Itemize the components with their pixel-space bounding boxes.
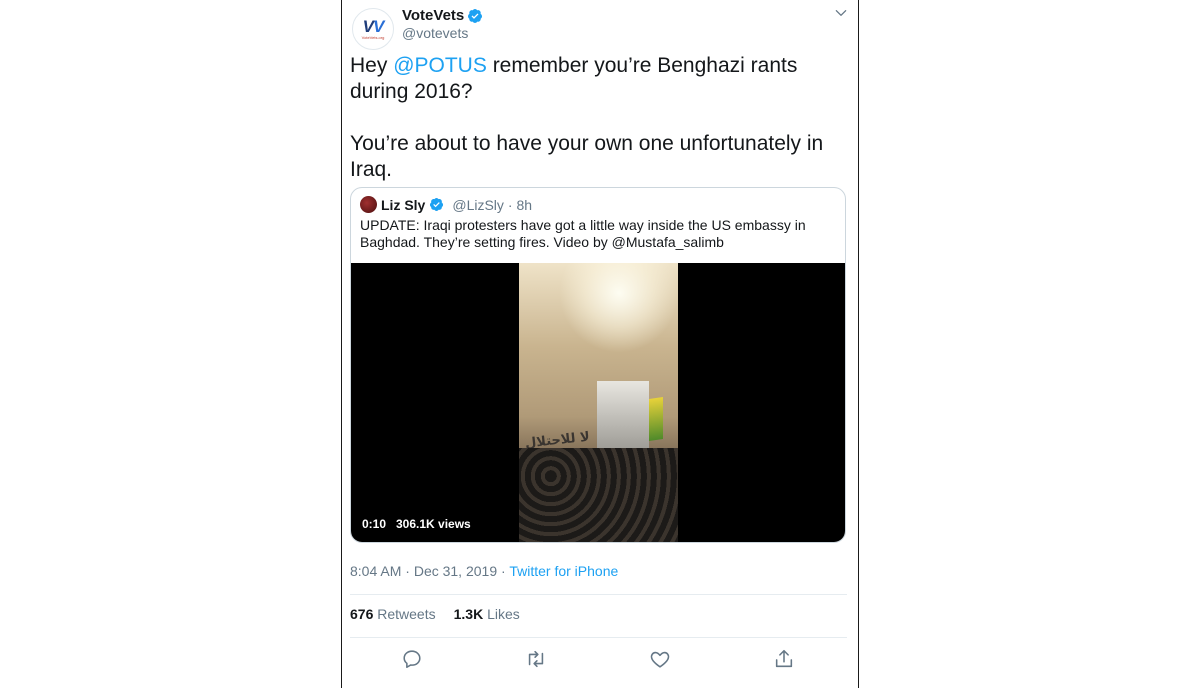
like-icon[interactable] bbox=[649, 648, 671, 670]
tweet-text-segment: Hey bbox=[350, 54, 394, 77]
tweet-paragraph-1: Hey @POTUS remember you’re Benghazi rant… bbox=[350, 53, 846, 105]
tweet-stats: 676 Retweets 1.3K Likes bbox=[350, 606, 520, 622]
reply-icon[interactable] bbox=[401, 648, 423, 670]
verified-badge-icon bbox=[430, 197, 444, 211]
tweet-date[interactable]: Dec 31, 2019 bbox=[414, 563, 497, 579]
chevron-down-icon[interactable] bbox=[834, 6, 848, 20]
retweets-count: 676 bbox=[350, 606, 374, 622]
votevets-avatar[interactable]: VV VoteVets.org bbox=[352, 8, 394, 50]
divider bbox=[350, 637, 847, 638]
likes-count: 1.3K bbox=[453, 606, 484, 622]
verified-badge-icon bbox=[468, 8, 483, 23]
quoted-tweet-text: UPDATE: Iraqi protesters have got a litt… bbox=[360, 217, 806, 250]
meta-separator: · bbox=[401, 563, 414, 579]
tweet-time[interactable]: 8:04 AM bbox=[350, 563, 401, 579]
embassy-doorway bbox=[597, 381, 649, 451]
tweet-text: Hey @POTUS remember you’re Benghazi rant… bbox=[350, 53, 846, 209]
tweet-card: VV VoteVets.org VoteVets @votevets Hey @… bbox=[341, 0, 859, 688]
retweets-stat[interactable]: 676 Retweets bbox=[350, 606, 436, 622]
mention-link[interactable]: @POTUS bbox=[393, 54, 487, 77]
author-name[interactable]: VoteVets bbox=[402, 7, 464, 24]
tweet-source-link[interactable]: Twitter for iPhone bbox=[509, 563, 618, 579]
author-handle[interactable]: @votevets bbox=[402, 25, 468, 41]
video-player[interactable]: لا للاحتلال 0:10 306.1K views bbox=[351, 263, 845, 542]
share-icon[interactable] bbox=[773, 648, 795, 670]
sunlight-glare bbox=[559, 263, 678, 353]
crowd bbox=[519, 448, 678, 542]
video-views: 306.1K views bbox=[391, 515, 476, 533]
likes-label: Likes bbox=[487, 606, 520, 622]
video-duration: 0:10 bbox=[357, 515, 392, 533]
retweets-label: Retweets bbox=[377, 606, 436, 622]
retweet-icon[interactable] bbox=[525, 648, 547, 670]
video-frame: لا للاحتلال bbox=[519, 263, 678, 542]
flag bbox=[649, 397, 663, 441]
divider bbox=[350, 594, 847, 595]
quoted-tweet-age: · 8h bbox=[507, 196, 533, 213]
tweet-meta: 8:04 AM · Dec 31, 2019 · Twitter for iPh… bbox=[350, 563, 618, 579]
tweet-paragraph-2: You’re about to have your own one unfort… bbox=[350, 132, 824, 181]
quoted-author-avatar bbox=[360, 196, 377, 213]
votevets-logo: VV bbox=[362, 17, 385, 36]
author-name-row[interactable]: VoteVets bbox=[402, 7, 483, 24]
likes-stat[interactable]: 1.3K Likes bbox=[454, 606, 520, 622]
quoted-tweet-header: Liz Sly @LizSly · 8h bbox=[360, 196, 532, 213]
quoted-author-handle: @LizSly bbox=[452, 196, 504, 213]
meta-separator: · bbox=[497, 563, 510, 579]
quoted-tweet[interactable]: Liz Sly @LizSly · 8h UPDATE: Iraqi prote… bbox=[350, 187, 846, 543]
quoted-author-name: Liz Sly bbox=[381, 196, 426, 213]
avatar-site-text: VoteVets.org bbox=[361, 35, 385, 40]
